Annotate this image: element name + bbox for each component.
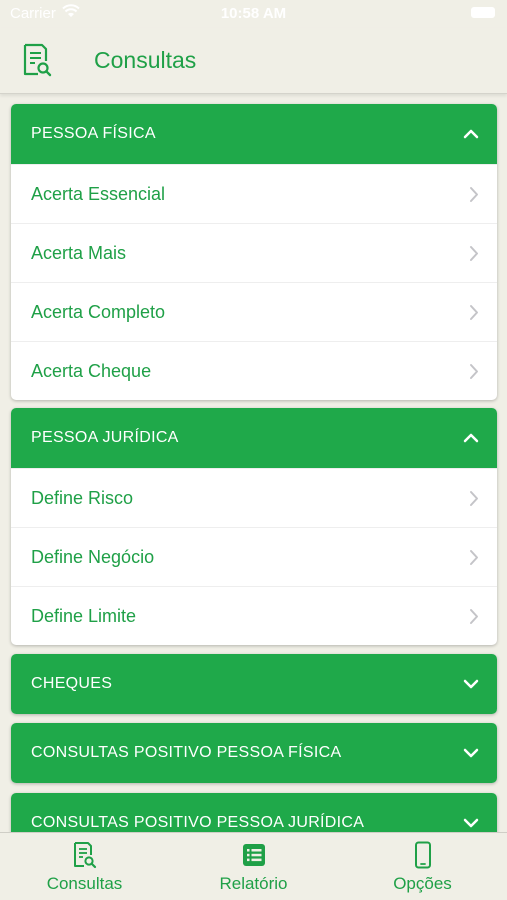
section-title: PESSOA FÍSICA: [31, 125, 156, 142]
tab-consultas[interactable]: Consultas: [0, 833, 169, 900]
battery-icon: [471, 7, 495, 18]
section-pessoa-juridica: PESSOA JURÍDICA Define Risco Define Negó…: [11, 408, 497, 645]
section-title: PESSOA JURÍDICA: [31, 429, 179, 446]
consultas-list[interactable]: PESSOA FÍSICA Acerta Essencial Acerta Ma…: [0, 95, 507, 832]
section-header-positivo-pessoa-fisica[interactable]: CONSULTAS POSITIVO PESSOA FÍSICA: [11, 723, 497, 783]
item-label: Acerta Cheque: [31, 361, 152, 381]
item-label: Acerta Completo: [31, 302, 166, 322]
section-cheques: CHEQUES: [11, 654, 497, 714]
section-positivo-pessoa-fisica: CONSULTAS POSITIVO PESSOA FÍSICA: [11, 723, 497, 783]
item-label: Define Limite: [31, 606, 137, 626]
chevron-right-icon: [470, 187, 478, 202]
section-header-pessoa-fisica[interactable]: PESSOA FÍSICA: [11, 104, 497, 164]
chevron-down-icon: [463, 818, 479, 828]
section-header-cheques[interactable]: CHEQUES: [11, 654, 497, 714]
section-pessoa-fisica: PESSOA FÍSICA Acerta Essencial Acerta Ma…: [11, 104, 497, 400]
document-search-icon: [73, 842, 96, 869]
section-title: CONSULTAS POSITIVO PESSOA FÍSICA: [31, 744, 342, 761]
chevron-right-icon: [470, 246, 478, 261]
tab-label: Consultas: [46, 874, 123, 893]
item-label: Define Risco: [31, 488, 134, 508]
chevron-right-icon: [470, 550, 478, 565]
chevron-right-icon: [470, 609, 478, 624]
list-item-define-risco[interactable]: Define Risco: [11, 468, 497, 527]
section-title: CHEQUES: [31, 675, 113, 692]
chevron-down-icon: [463, 679, 479, 689]
chevron-down-icon: [463, 748, 479, 758]
list-item-acerta-completo[interactable]: Acerta Completo: [11, 282, 497, 341]
list-item-define-limite[interactable]: Define Limite: [11, 586, 497, 645]
page-title: Consultas: [94, 47, 197, 73]
status-bar: Carrier 10:58 AM: [0, 0, 507, 28]
navigation-bar: Consultas: [0, 28, 507, 94]
chevron-right-icon: [470, 491, 478, 506]
section-header-positivo-pessoa-juridica[interactable]: CONSULTAS POSITIVO PESSOA JURÍDICA: [11, 793, 497, 832]
tab-opcoes[interactable]: Opções: [338, 833, 507, 900]
list-icon: [242, 844, 265, 866]
document-search-icon: [23, 43, 52, 77]
tab-relatorio[interactable]: Relatório: [169, 833, 338, 900]
list-item-define-negocio[interactable]: Define Negócio: [11, 527, 497, 586]
tab-label: Relatório: [219, 874, 288, 893]
list-item-acerta-essencial[interactable]: Acerta Essencial: [11, 164, 497, 223]
status-time: 10:58 AM: [220, 5, 287, 22]
chevron-right-icon: [470, 305, 478, 320]
section-title: CONSULTAS POSITIVO PESSOA JURÍDICA: [31, 814, 365, 831]
tab-bar: Consultas Relatório Opções: [0, 832, 507, 900]
chevron-up-icon: [463, 129, 479, 139]
section-positivo-pessoa-juridica: CONSULTAS POSITIVO PESSOA JURÍDICA: [11, 793, 497, 832]
list-item-acerta-mais[interactable]: Acerta Mais: [11, 223, 497, 282]
chevron-up-icon: [463, 433, 479, 443]
phone-icon: [414, 841, 431, 869]
item-label: Define Negócio: [31, 547, 155, 567]
section-header-pessoa-juridica[interactable]: PESSOA JURÍDICA: [11, 408, 497, 468]
item-label: Acerta Essencial: [31, 184, 166, 204]
list-item-acerta-cheque[interactable]: Acerta Cheque: [11, 341, 497, 400]
tab-label: Opções: [393, 874, 452, 893]
item-label: Acerta Mais: [31, 243, 127, 263]
chevron-right-icon: [470, 364, 478, 379]
